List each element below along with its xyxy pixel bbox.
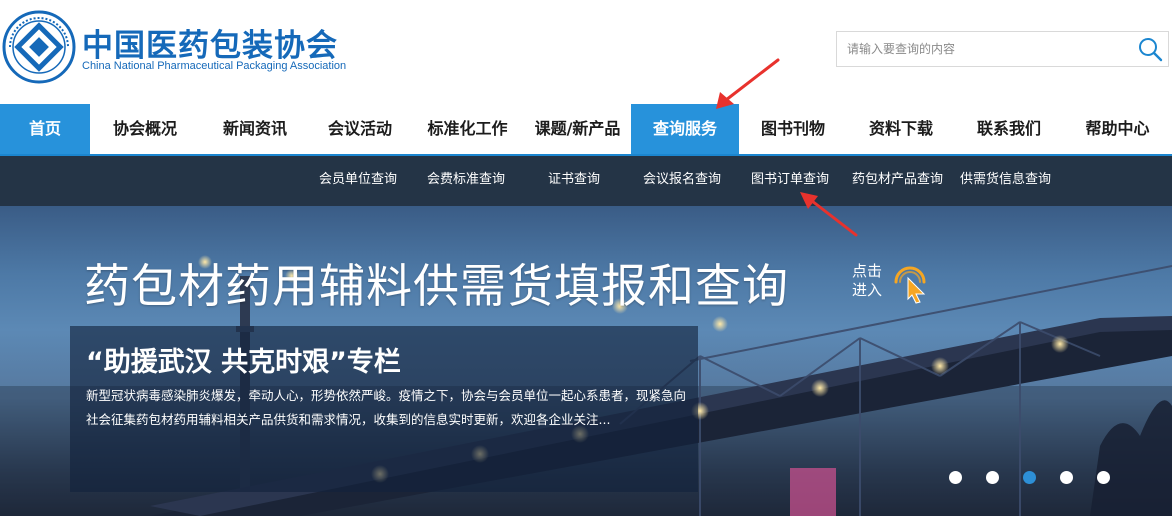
carousel-dot-5[interactable] <box>1097 471 1110 484</box>
query-services-submenu: 会员单位查询 会费标准查询 证书查询 会议报名查询 图书订单查询 药包材产品查询… <box>0 156 1172 206</box>
main-nav: 首页 协会概况 新闻资讯 会议活动 标准化工作 课题/新产品 查询服务 图书刊物… <box>0 104 1172 156</box>
nav-item-news[interactable]: 新闻资讯 <box>200 104 310 154</box>
feature-title[interactable]: “助援武汉 共克时艰”专栏 <box>86 340 401 379</box>
search-input[interactable] <box>837 32 1127 66</box>
submenu-certificate-query[interactable]: 证书查询 <box>548 156 600 206</box>
association-logo[interactable] <box>2 10 76 84</box>
nav-item-query-services[interactable]: 查询服务 <box>631 104 739 154</box>
nav-item-downloads[interactable]: 资料下载 <box>847 104 955 154</box>
carousel-dot-2[interactable] <box>986 471 999 484</box>
submenu-book-order-query[interactable]: 图书订单查询 <box>751 156 829 206</box>
nav-item-projects[interactable]: 课题/新产品 <box>525 104 630 154</box>
carousel-dot-3[interactable] <box>1023 471 1036 484</box>
submenu-member-query[interactable]: 会员单位查询 <box>319 156 397 206</box>
feature-panel[interactable]: “助援武汉 共克时艰”专栏 新型冠状病毒感染肺炎爆发，牵动人心，形势依然严峻。疫… <box>70 326 698 492</box>
carousel-dot-1[interactable] <box>949 471 962 484</box>
site-header: 中国医药包装协会 China National Pharmaceutical P… <box>0 0 1172 104</box>
site-title[interactable]: 中国医药包装协会 <box>82 20 338 65</box>
nav-item-standards[interactable]: 标准化工作 <box>410 104 525 154</box>
nav-item-contact[interactable]: 联系我们 <box>955 104 1063 154</box>
submenu-fee-query[interactable]: 会费标准查询 <box>427 156 505 206</box>
search-bar <box>836 31 1169 67</box>
nav-item-about[interactable]: 协会概况 <box>90 104 200 154</box>
submenu-meeting-registration-query[interactable]: 会议报名查询 <box>643 156 721 206</box>
click-enter-label[interactable]: 点击进入 <box>852 262 892 300</box>
hero-banner: 药包材药用辅料供需货填报和查询 点击进入 “助援武汉 共克时艰”专栏 新型冠状病… <box>0 206 1172 516</box>
nav-item-publications[interactable]: 图书刊物 <box>739 104 847 154</box>
nav-item-help[interactable]: 帮助中心 <box>1063 104 1172 154</box>
submenu-supply-demand-query[interactable]: 供需货信息查询 <box>960 156 1051 206</box>
nav-item-home[interactable]: 首页 <box>0 104 90 154</box>
feature-description: 新型冠状病毒感染肺炎爆发，牵动人心，形势依然严峻。疫情之下，协会与会员单位一起心… <box>86 388 687 427</box>
cursor-click-icon[interactable] <box>890 264 932 304</box>
search-icon[interactable] <box>1136 35 1164 63</box>
carousel-dot-4[interactable] <box>1060 471 1073 484</box>
submenu-packaging-product-query[interactable]: 药包材产品查询 <box>852 156 943 206</box>
nav-item-meetings[interactable]: 会议活动 <box>310 104 410 154</box>
site-subtitle: China National Pharmaceutical Packaging … <box>82 60 347 72</box>
banner-headline[interactable]: 药包材药用辅料供需货填报和查询 <box>84 250 789 316</box>
